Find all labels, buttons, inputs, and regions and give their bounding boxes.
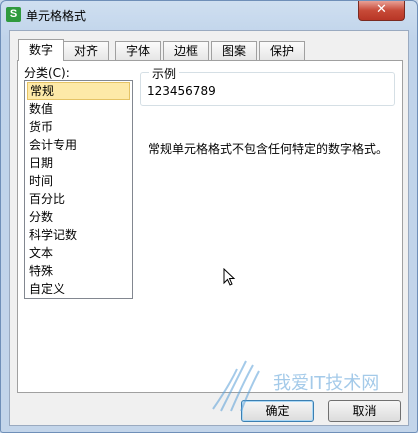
close-button[interactable]: ✕ — [358, 1, 405, 21]
sample-value: 123456789 — [147, 84, 216, 98]
list-item[interactable]: 文本 — [27, 244, 128, 262]
format-description: 常规单元格格式不包含任何特定的数字格式。 — [148, 142, 389, 156]
dialog-title: 单元格格式 — [26, 9, 87, 23]
list-item[interactable]: 分数 — [27, 208, 128, 226]
list-item[interactable]: 科学记数 — [27, 226, 128, 244]
watermark-text: 我爱IT技术网 — [273, 373, 379, 394]
title-bar[interactable]: S 单元格格式 ✕ — [1, 1, 417, 29]
app-icon: S — [6, 7, 21, 22]
close-icon: ✕ — [376, 2, 387, 17]
tab-border[interactable]: 边框 — [163, 41, 209, 60]
mouse-cursor-icon — [223, 268, 236, 286]
list-item[interactable]: 百分比 — [27, 190, 128, 208]
list-item[interactable]: 货币 — [27, 118, 128, 136]
category-list[interactable]: 常规 数值 货币 会计专用 日期 时间 百分比 分数 科学记数 文本 特殊 自定… — [24, 80, 133, 299]
sample-legend: 示例 — [149, 65, 180, 82]
list-item[interactable]: 常规 — [27, 82, 130, 100]
list-item[interactable]: 自定义 — [27, 280, 128, 298]
tab-protection[interactable]: 保护 — [259, 41, 305, 60]
list-item[interactable]: 会计专用 — [27, 136, 128, 154]
tab-number[interactable]: 数字 — [18, 39, 64, 61]
dialog-window: S 单元格格式 ✕ 数字 对齐 字体 边框 图案 保护 分类(C): 常规 数值… — [0, 0, 418, 433]
list-item[interactable]: 数值 — [27, 100, 128, 118]
category-label: 分类(C): — [24, 66, 70, 80]
tab-font[interactable]: 字体 — [115, 41, 161, 60]
sample-group: 示例 123456789 — [140, 65, 395, 106]
list-item[interactable]: 特殊 — [27, 262, 128, 280]
tab-alignment[interactable]: 对齐 — [63, 41, 109, 60]
list-item[interactable]: 日期 — [27, 154, 128, 172]
tab-pattern[interactable]: 图案 — [211, 41, 257, 60]
list-item[interactable]: 时间 — [27, 172, 128, 190]
watermark-logo: 我爱IT技术网 — [212, 360, 379, 412]
